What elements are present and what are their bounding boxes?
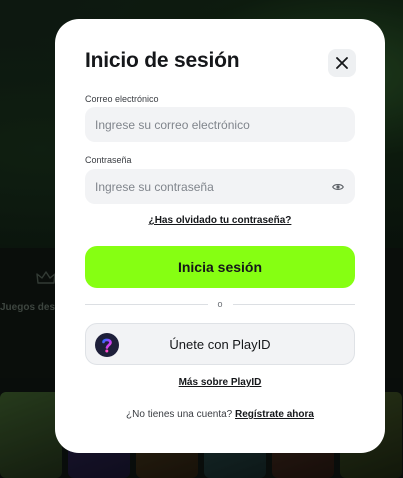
password-field[interactable] xyxy=(85,169,355,204)
divider-line xyxy=(232,303,356,305)
close-button[interactable] xyxy=(328,49,356,77)
signup-link[interactable]: Regístrate ahora xyxy=(235,409,314,420)
playid-button[interactable]: Únete con PlayID xyxy=(85,323,355,365)
playid-button-label: Únete con PlayID xyxy=(169,337,271,352)
divider-line xyxy=(85,303,208,305)
email-label: Correo electrónico xyxy=(85,94,159,104)
eye-icon xyxy=(332,184,344,190)
login-modal: Inicio de sesión Correo electrónico Cont… xyxy=(55,19,385,453)
signup-row: ¿No tienes una cuenta? Regístrate ahora xyxy=(55,409,385,420)
email-field-container xyxy=(85,107,355,142)
signup-prompt: ¿No tienes una cuenta? xyxy=(126,409,233,420)
forgot-password-link[interactable]: ¿Has olvidado tu contraseña? xyxy=(55,215,385,226)
password-field-container xyxy=(85,169,355,204)
email-field[interactable] xyxy=(85,107,355,142)
more-about-playid-link[interactable]: Más sobre PlayID xyxy=(55,377,385,388)
divider-text: o xyxy=(217,299,223,309)
modal-title: Inicio de sesión xyxy=(85,49,240,72)
divider: o xyxy=(85,298,356,310)
login-button[interactable]: Inicia sesión xyxy=(85,246,355,288)
show-password-toggle[interactable] xyxy=(331,180,345,194)
password-label: Contraseña xyxy=(85,155,132,165)
close-icon xyxy=(336,57,348,69)
